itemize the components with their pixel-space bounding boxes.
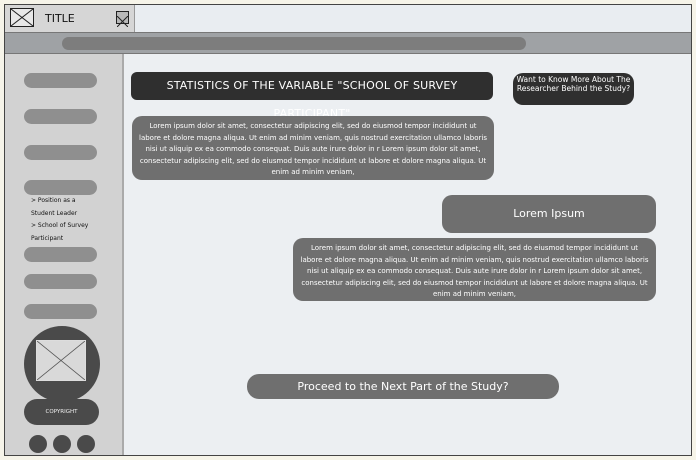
sidebar-item-4[interactable] — [24, 180, 97, 195]
social-dot-1[interactable] — [29, 435, 47, 453]
researcher-button[interactable]: Want to Know More About The Researcher B… — [513, 73, 634, 105]
sidebar-item-2[interactable] — [24, 109, 97, 124]
proceed-button[interactable]: Proceed to the Next Part of the Study? — [247, 374, 559, 399]
title-bar: TITLE — [5, 5, 135, 32]
copyright-badge: COPYRIGHT — [24, 399, 99, 425]
sidebar-subitem-position[interactable]: > Position as a Student Leader — [31, 195, 95, 220]
social-dot-3[interactable] — [77, 435, 95, 453]
social-dot-2[interactable] — [53, 435, 71, 453]
sidebar-item-3[interactable] — [24, 145, 97, 160]
address-bar[interactable] — [62, 37, 526, 50]
sidebar: > Position as a Student Leader > School … — [5, 54, 124, 455]
sidebar-item-5[interactable] — [24, 247, 97, 262]
avatar-image-icon — [36, 340, 86, 381]
intro-paragraph: Lorem ipsum dolor sit amet, consectetur … — [132, 116, 494, 180]
sidebar-item-7[interactable] — [24, 304, 97, 319]
window-title: TITLE — [45, 12, 75, 25]
sidebar-item-1[interactable] — [24, 73, 97, 88]
close-icon[interactable] — [116, 11, 129, 28]
app-window: TITLE > Position as a Student Leader > S… — [4, 4, 692, 456]
sidebar-subitem-school[interactable]: > School of Survey Participant — [31, 220, 95, 245]
main-content: STATISTICS OF THE VARIABLE "SCHOOL OF SU… — [124, 54, 691, 455]
avatar — [24, 326, 100, 402]
section-paragraph: Lorem ipsum dolor sit amet, consectetur … — [293, 238, 656, 301]
toolbar — [5, 32, 691, 54]
app-image-icon — [10, 8, 34, 27]
page-title: STATISTICS OF THE VARIABLE "SCHOOL OF SU… — [131, 72, 493, 120]
section-heading: Lorem Ipsum — [442, 195, 656, 233]
sidebar-item-6[interactable] — [24, 274, 97, 289]
